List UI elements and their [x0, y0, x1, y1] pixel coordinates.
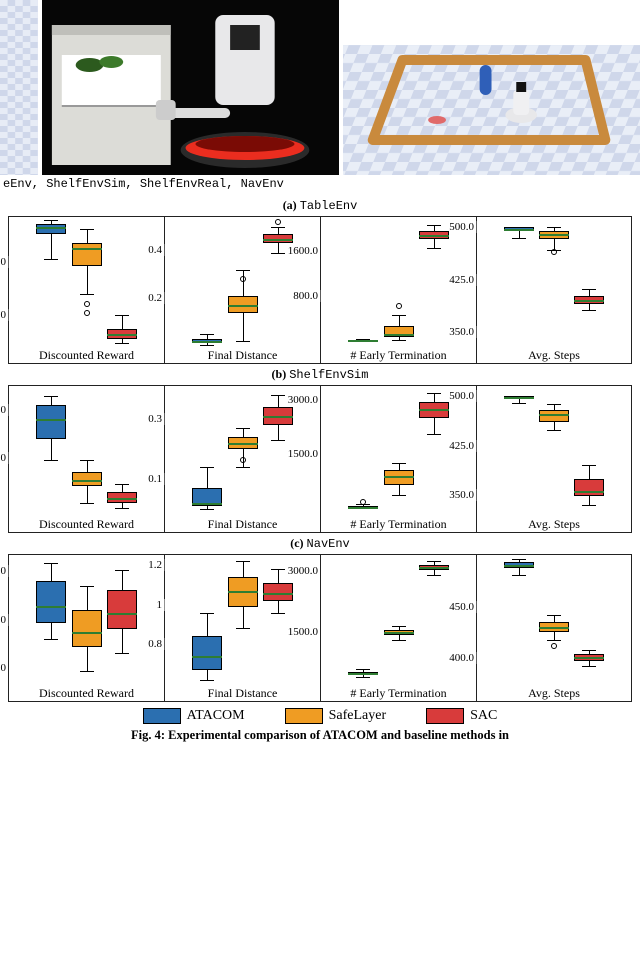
ytick-label: 0.0: [0, 614, 8, 626]
ytick-label: 1500.0: [288, 448, 320, 460]
xaxis-label: Discounted Reward: [9, 515, 164, 532]
ytick-label: 800.0: [293, 290, 320, 302]
chart--early-termination: 800.01600.0# Early Termination: [320, 217, 476, 363]
box-safelayer: [72, 472, 102, 486]
ytick-label: -300.0: [0, 662, 8, 674]
env-names-caption: eEnv, ShelfEnvSim, ShelfEnvReal, NavEnv: [0, 175, 640, 195]
ytick-label: 0.2: [148, 292, 164, 304]
box-atacom: [36, 405, 66, 438]
ytick-label: 450.0: [449, 601, 476, 613]
box-safelayer: [72, 243, 102, 266]
box-sac: [574, 479, 604, 497]
subcaption-a: (a) TableEnv: [0, 195, 640, 214]
subcaption-a-letter: (a): [283, 198, 297, 212]
ytick-label: 425.0: [449, 274, 476, 286]
ytick-label: 150.0: [0, 309, 8, 321]
subcaption-c: (c) NavEnv: [0, 533, 640, 552]
legend-label-safelayer: SafeLayer: [329, 708, 387, 724]
ytick-label: 1600.0: [288, 245, 320, 257]
ytick-label: 500.0: [449, 221, 476, 233]
chart-discounted-reward: -300.00.0300.0Discounted Reward: [8, 555, 164, 701]
chart-panel-tableenv: 150.0300.0Discounted Reward0.2 0.4 Final D…: [8, 216, 632, 364]
box-sac: [263, 583, 293, 601]
chart-avg-steps: 350.0425.0500.0Avg. Steps: [476, 217, 632, 363]
figure-caption-text: Fig. 4: Experimental comparison of ATACO…: [131, 728, 509, 742]
legend-item-safelayer: SafeLayer: [285, 708, 387, 724]
xaxis-label: Discounted Reward: [9, 346, 164, 363]
chart-discounted-reward: 150.0300.0Discounted Reward: [8, 217, 164, 363]
ytick-label: 300.0: [0, 256, 8, 268]
ytick-label: 300.0: [0, 565, 8, 577]
legend-label-atacom: ATACOM: [187, 708, 245, 724]
box-atacom: [36, 581, 66, 623]
legend-item-sac: SAC: [426, 708, 497, 724]
ytick-label: 200.0: [0, 452, 8, 464]
ytick-label: 1.2: [148, 559, 164, 571]
ytick-label: 0.3: [148, 413, 164, 425]
box-atacom: [192, 636, 222, 670]
subcaption-b-env: ShelfEnvSim: [289, 368, 368, 382]
ytick-label: 350.0: [449, 326, 476, 338]
chart-avg-steps: 350.0425.0500.0Avg. Steps: [476, 386, 632, 532]
legend-swatch-atacom: [143, 708, 181, 724]
ytick-label: 0.8: [148, 638, 164, 650]
xaxis-label: # Early Termination: [321, 684, 476, 701]
legend-swatch-sac: [426, 708, 464, 724]
legend-label-sac: SAC: [470, 708, 497, 724]
scene-navenv: [343, 0, 640, 175]
xaxis-label: # Early Termination: [321, 346, 476, 363]
scene-shelfenv-real: [42, 0, 343, 175]
subcaption-c-letter: (c): [290, 536, 303, 550]
chart-panel-navenv: -300.00.0300.0Discounted Reward0.8 1 1.2 Fi…: [8, 554, 632, 702]
ytick-label: 1: [157, 599, 165, 611]
box-safelayer: [228, 296, 258, 313]
scene-tableenv: [0, 0, 42, 175]
ytick-label: 3000.0: [288, 394, 320, 406]
xaxis-label: Final Distance: [165, 515, 320, 532]
subcaption-b-letter: (b): [272, 367, 287, 381]
chart-panel-shelfenvsim: 200.0400.0Discounted Reward0.1 0.3 Final D…: [8, 385, 632, 533]
ytick-label: 0.4: [148, 244, 164, 256]
scene-images-row: [0, 0, 640, 175]
chart-avg-steps: 400.0450.0Avg. Steps: [476, 555, 632, 701]
ytick-label: 3000.0: [288, 565, 320, 577]
xaxis-label: Discounted Reward: [9, 684, 164, 701]
xaxis-label: Avg. Steps: [477, 346, 631, 363]
legend: ATACOM SafeLayer SAC: [0, 702, 640, 726]
subcaption-c-env: NavEnv: [307, 537, 350, 551]
ytick-label: 350.0: [449, 489, 476, 501]
ytick-label: 400.0: [0, 404, 8, 416]
ytick-label: 1500.0: [288, 626, 320, 638]
subcaption-b: (b) ShelfEnvSim: [0, 364, 640, 383]
xaxis-label: Avg. Steps: [477, 515, 631, 532]
chart--early-termination: 1500.03000.0# Early Termination: [320, 555, 476, 701]
subcaption-a-env: TableEnv: [300, 199, 358, 213]
xaxis-label: # Early Termination: [321, 515, 476, 532]
ytick-label: 0.1: [148, 473, 164, 485]
figure-caption: Fig. 4: Experimental comparison of ATACO…: [0, 726, 640, 743]
xaxis-label: Avg. Steps: [477, 684, 631, 701]
legend-swatch-safelayer: [285, 708, 323, 724]
box-safelayer: [72, 610, 102, 647]
ytick-label: 500.0: [449, 390, 476, 402]
box-sac: [107, 590, 137, 629]
xaxis-label: Final Distance: [165, 346, 320, 363]
chart--early-termination: 1500.03000.0# Early Termination: [320, 386, 476, 532]
legend-item-atacom: ATACOM: [143, 708, 245, 724]
ytick-label: 400.0: [449, 652, 476, 664]
ytick-label: 425.0: [449, 440, 476, 452]
xaxis-label: Final Distance: [165, 684, 320, 701]
chart-discounted-reward: 200.0400.0Discounted Reward: [8, 386, 164, 532]
